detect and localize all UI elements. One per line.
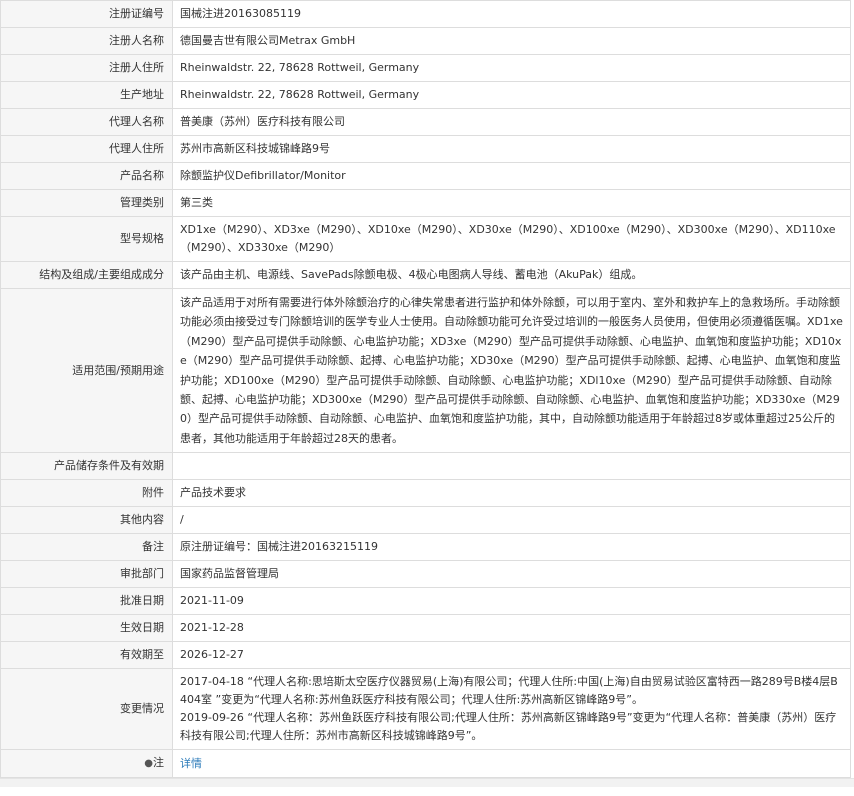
row-label: 管理类别 <box>0 189 173 217</box>
row-structure-composition: 结构及组成/主要组成成分 该产品由主机、电源线、SavePads除颤电极、4极心… <box>0 261 851 289</box>
row-registrant-address: 注册人住所 Rheinwaldstr. 22, 78628 Rottweil, … <box>0 54 851 82</box>
row-note: ●注 详情 <box>0 749 851 779</box>
row-value: 2026-12-27 <box>172 641 851 670</box>
row-effective-date: 生效日期 2021-12-28 <box>0 614 851 643</box>
note-label: 注 <box>153 756 164 770</box>
row-value: 产品技术要求 <box>172 479 851 508</box>
row-remarks: 备注 原注册证编号：国械注进20163215119 <box>0 533 851 562</box>
row-approval-department: 审批部门 国家药品监督管理局 <box>0 560 851 589</box>
row-label: ●注 <box>0 749 173 779</box>
row-label: 有效期至 <box>0 641 173 670</box>
row-value: Rheinwaldstr. 22, 78628 Rottweil, German… <box>172 54 851 82</box>
row-value: XD1xe（M290）、XD3xe（M290）、XD10xe（M290）、XD3… <box>172 216 851 262</box>
row-label: 附件 <box>0 479 173 508</box>
row-value: 2017-04-18 “代理人名称:思培斯太空医疗仪器贸易(上海)有限公司；代理… <box>172 668 851 751</box>
location-pin-icon: ● <box>144 758 153 770</box>
row-label: 注册人住所 <box>0 54 173 82</box>
row-value: 普美康（苏州）医疗科技有限公司 <box>172 108 851 136</box>
row-valid-until: 有效期至 2026-12-27 <box>0 641 851 670</box>
row-value: 第三类 <box>172 189 851 217</box>
row-value: 国家药品监督管理局 <box>172 560 851 589</box>
details-link[interactable]: 详情 <box>180 757 202 770</box>
row-label: 生产地址 <box>0 81 173 109</box>
row-intended-use: 适用范围/预期用途 该产品适用于对所有需要进行体外除颤治疗的心律失常患者进行监护… <box>0 287 851 454</box>
row-label: 变更情况 <box>0 668 173 751</box>
registration-info-table: 注册证编号 国械注进20163085119 注册人名称 德国曼吉世有限公司Met… <box>0 0 851 779</box>
row-label: 型号规格 <box>0 216 173 262</box>
row-value: 苏州市高新区科技城锦峰路9号 <box>172 135 851 163</box>
row-storage-conditions: 产品储存条件及有效期 <box>0 452 851 481</box>
row-label: 产品储存条件及有效期 <box>0 452 173 481</box>
row-label: 备注 <box>0 533 173 562</box>
row-label: 代理人住所 <box>0 135 173 163</box>
row-value: 该产品适用于对所有需要进行体外除颤治疗的心律失常患者进行监护和体外除颤，可以用于… <box>172 287 851 454</box>
row-label: 产品名称 <box>0 162 173 190</box>
row-value: 该产品由主机、电源线、SavePads除颤电极、4极心电图病人导线、蓄电池（Ak… <box>172 261 851 289</box>
row-registration-number: 注册证编号 国械注进20163085119 <box>0 0 851 28</box>
row-approval-date: 批准日期 2021-11-09 <box>0 587 851 616</box>
row-label: 注册人名称 <box>0 27 173 55</box>
row-label: 注册证编号 <box>0 0 173 28</box>
row-label: 适用范围/预期用途 <box>0 287 173 454</box>
row-value: 详情 <box>172 749 851 779</box>
row-label: 批准日期 <box>0 587 173 616</box>
change-entry: 2017-04-18 “代理人名称:思培斯太空医疗仪器贸易(上海)有限公司；代理… <box>180 675 838 707</box>
row-production-address: 生产地址 Rheinwaldstr. 22, 78628 Rottweil, G… <box>0 81 851 109</box>
row-agent-name: 代理人名称 普美康（苏州）医疗科技有限公司 <box>0 108 851 136</box>
row-value: 德国曼吉世有限公司Metrax GmbH <box>172 27 851 55</box>
row-value: 2021-12-28 <box>172 614 851 643</box>
row-attachment: 附件 产品技术要求 <box>0 479 851 508</box>
row-change-history: 变更情况 2017-04-18 “代理人名称:思培斯太空医疗仪器贸易(上海)有限… <box>0 668 851 751</box>
row-label: 代理人名称 <box>0 108 173 136</box>
row-label: 结构及组成/主要组成成分 <box>0 261 173 289</box>
row-value: 原注册证编号：国械注进20163215119 <box>172 533 851 562</box>
row-value: 2021-11-09 <box>172 587 851 616</box>
row-value <box>172 452 851 481</box>
row-registrant-name: 注册人名称 德国曼吉世有限公司Metrax GmbH <box>0 27 851 55</box>
row-product-name: 产品名称 除颤监护仪Defibrillator/Monitor <box>0 162 851 190</box>
row-value: / <box>172 506 851 535</box>
row-value: Rheinwaldstr. 22, 78628 Rottweil, German… <box>172 81 851 109</box>
row-other-content: 其他内容 / <box>0 506 851 535</box>
row-management-category: 管理类别 第三类 <box>0 189 851 217</box>
row-model-spec: 型号规格 XD1xe（M290）、XD3xe（M290）、XD10xe（M290… <box>0 216 851 262</box>
row-label: 生效日期 <box>0 614 173 643</box>
row-agent-address: 代理人住所 苏州市高新区科技城锦峰路9号 <box>0 135 851 163</box>
row-value: 除颤监护仪Defibrillator/Monitor <box>172 162 851 190</box>
row-label: 审批部门 <box>0 560 173 589</box>
page-bottom-bar <box>0 778 854 788</box>
change-entry: 2019-09-26 “代理人名称：苏州鱼跃医疗科技有限公司;代理人住所：苏州高… <box>180 711 837 743</box>
row-value: 国械注进20163085119 <box>172 0 851 28</box>
row-label: 其他内容 <box>0 506 173 535</box>
